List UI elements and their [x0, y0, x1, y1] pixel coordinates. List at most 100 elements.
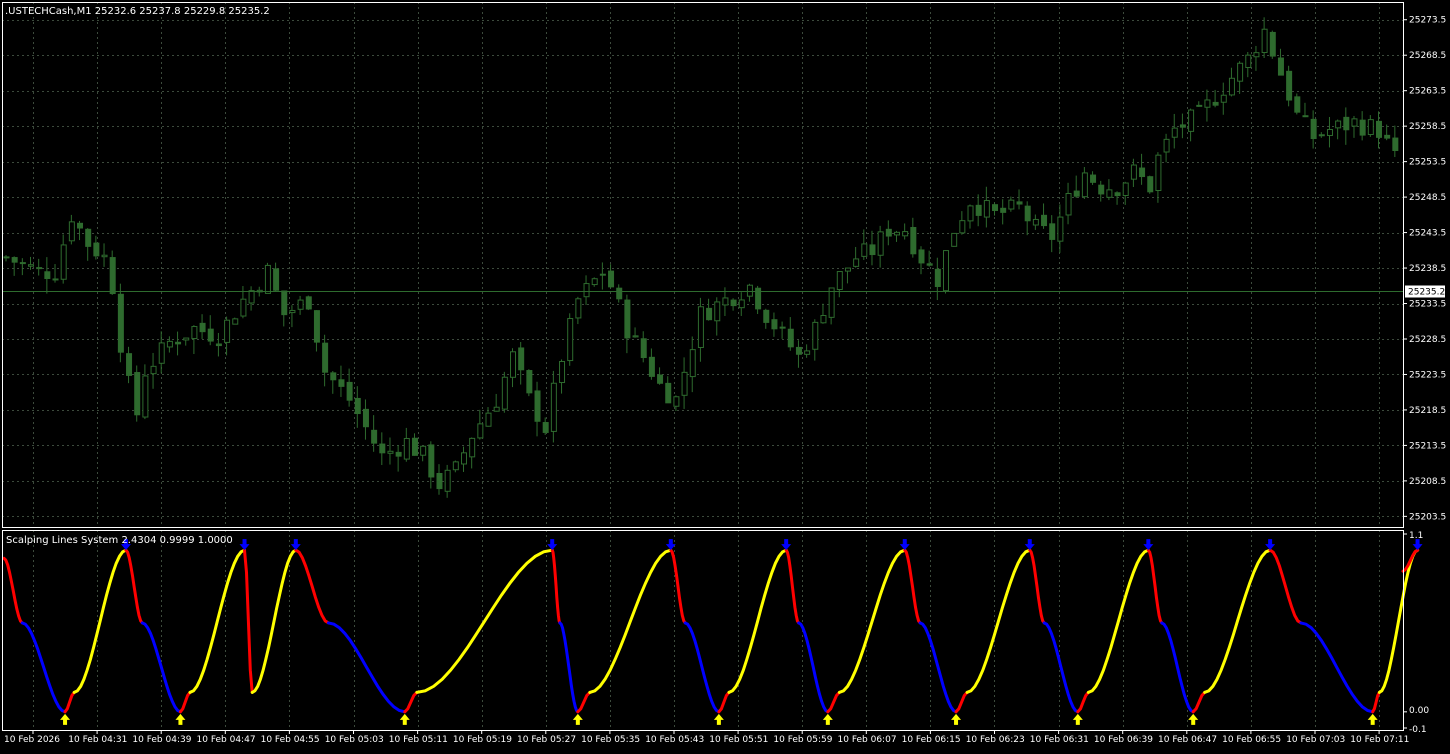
candle-body [681, 371, 688, 396]
candle-body [1220, 94, 1227, 103]
candle-body [730, 299, 737, 307]
candle-body [428, 444, 435, 478]
candle-body [853, 258, 860, 267]
candle-body [501, 376, 508, 410]
candle-body [836, 271, 843, 290]
candle-body [411, 437, 418, 456]
candle-body [820, 315, 827, 324]
current-price-label: 25235.2 [1408, 288, 1445, 298]
candle-body [1155, 154, 1162, 192]
candle-body [1318, 134, 1325, 137]
time-tick-label: 10 Feb 06:47 [1158, 735, 1217, 745]
candle-body [1106, 189, 1113, 198]
symbol-header: .USTECHCash,M1 25232.6 25237.8 25229.8 2… [5, 6, 270, 17]
price-tick-label: 25208.5 [1409, 477, 1446, 487]
candle-body [975, 204, 982, 216]
candle-body [648, 356, 655, 377]
candle-body [640, 338, 647, 359]
candle-body [1171, 127, 1178, 138]
time-tick-label: 10 Feb 07:03 [1286, 735, 1345, 745]
price-tick-label: 25213.5 [1409, 441, 1446, 451]
time-tick-label: 10 Feb 05:27 [517, 735, 576, 745]
candle-body [763, 309, 770, 323]
candle-body [812, 321, 819, 350]
time-tick-label: 10 Feb 06:31 [1030, 735, 1089, 745]
candle-body [362, 408, 369, 428]
candle-body [787, 328, 794, 348]
candle-body [3, 256, 10, 259]
candle-body [240, 298, 247, 317]
candle-body [1073, 190, 1080, 197]
candle-body [166, 340, 173, 348]
candle-body [632, 335, 639, 338]
candle-body [1245, 54, 1252, 68]
price-tick-label: 25223.5 [1409, 370, 1446, 380]
candle-body [117, 293, 124, 353]
candle-body [109, 257, 116, 295]
candle-body [387, 450, 394, 454]
time-tick-label: 10 Feb 2026 [4, 735, 60, 745]
candle-body [1041, 214, 1048, 227]
candle-body [485, 412, 492, 427]
trading-chart-window[interactable]: 25273.5 25268.5 25263.5 25258.5 25253.5 25248… [0, 0, 1450, 750]
candle-body [281, 290, 288, 316]
candle-body [44, 271, 51, 279]
price-tick-label: 25253.5 [1409, 158, 1446, 168]
price-tick-label: 25273.5 [1409, 16, 1446, 26]
candle-body [1228, 77, 1235, 96]
candle-body [706, 307, 713, 321]
candle-body [207, 328, 214, 342]
candle-body [1237, 62, 1244, 82]
candle-body [264, 264, 271, 294]
candle-body [828, 287, 835, 318]
candle-body [371, 429, 378, 444]
candle-body [510, 351, 517, 378]
candle-body [215, 343, 222, 347]
candle-body [183, 337, 190, 341]
time-tick-label: 10 Feb 04:39 [132, 735, 191, 745]
candle-body [591, 278, 598, 286]
time-tick-label: 10 Feb 06:15 [902, 735, 961, 745]
candle-body [926, 263, 933, 266]
candle-body [893, 231, 900, 236]
candle-body [902, 231, 909, 237]
candle-body [869, 244, 876, 256]
candle-body [1122, 182, 1129, 197]
candle-body [983, 200, 990, 218]
candle-body [460, 452, 467, 465]
candle-body [1114, 192, 1121, 197]
candle-body [1253, 52, 1260, 58]
candle-body [19, 262, 26, 265]
candle-body [452, 461, 459, 471]
candle-body [967, 205, 974, 222]
candle-body [313, 310, 320, 343]
candle-body [1016, 201, 1023, 205]
price-tick-label: 25263.5 [1409, 87, 1446, 97]
candle-body [403, 437, 410, 460]
time-tick-label: 10 Feb 05:51 [709, 735, 768, 745]
candle-body [665, 382, 672, 404]
candle-body [134, 372, 141, 416]
candle-body [1049, 223, 1056, 240]
candle-body [779, 326, 786, 329]
candle-body [943, 250, 950, 292]
candle-body [289, 309, 296, 314]
time-tick-label: 10 Feb 06:55 [1222, 735, 1281, 745]
candle-body [1196, 104, 1203, 107]
candle-body [248, 290, 255, 304]
candle-body [1212, 101, 1219, 106]
candle-body [1204, 99, 1211, 108]
indicator-tick-label: 0.00 [1409, 706, 1429, 716]
candle-body [28, 264, 35, 267]
candle-body [379, 443, 386, 454]
price-tick-label: 25228.5 [1409, 335, 1446, 345]
candle-body [1384, 134, 1391, 139]
time-tick-label: 10 Feb 06:39 [1094, 735, 1153, 745]
price-tick-label: 25238.5 [1409, 264, 1446, 274]
candle-body [583, 283, 590, 298]
candle-body [559, 360, 566, 384]
candle-body [714, 301, 721, 322]
candle-body [142, 375, 149, 418]
chart-canvas[interactable]: 25273.5 25268.5 25263.5 25258.5 25253.5 25248… [0, 0, 1450, 750]
candle-body [534, 390, 541, 422]
